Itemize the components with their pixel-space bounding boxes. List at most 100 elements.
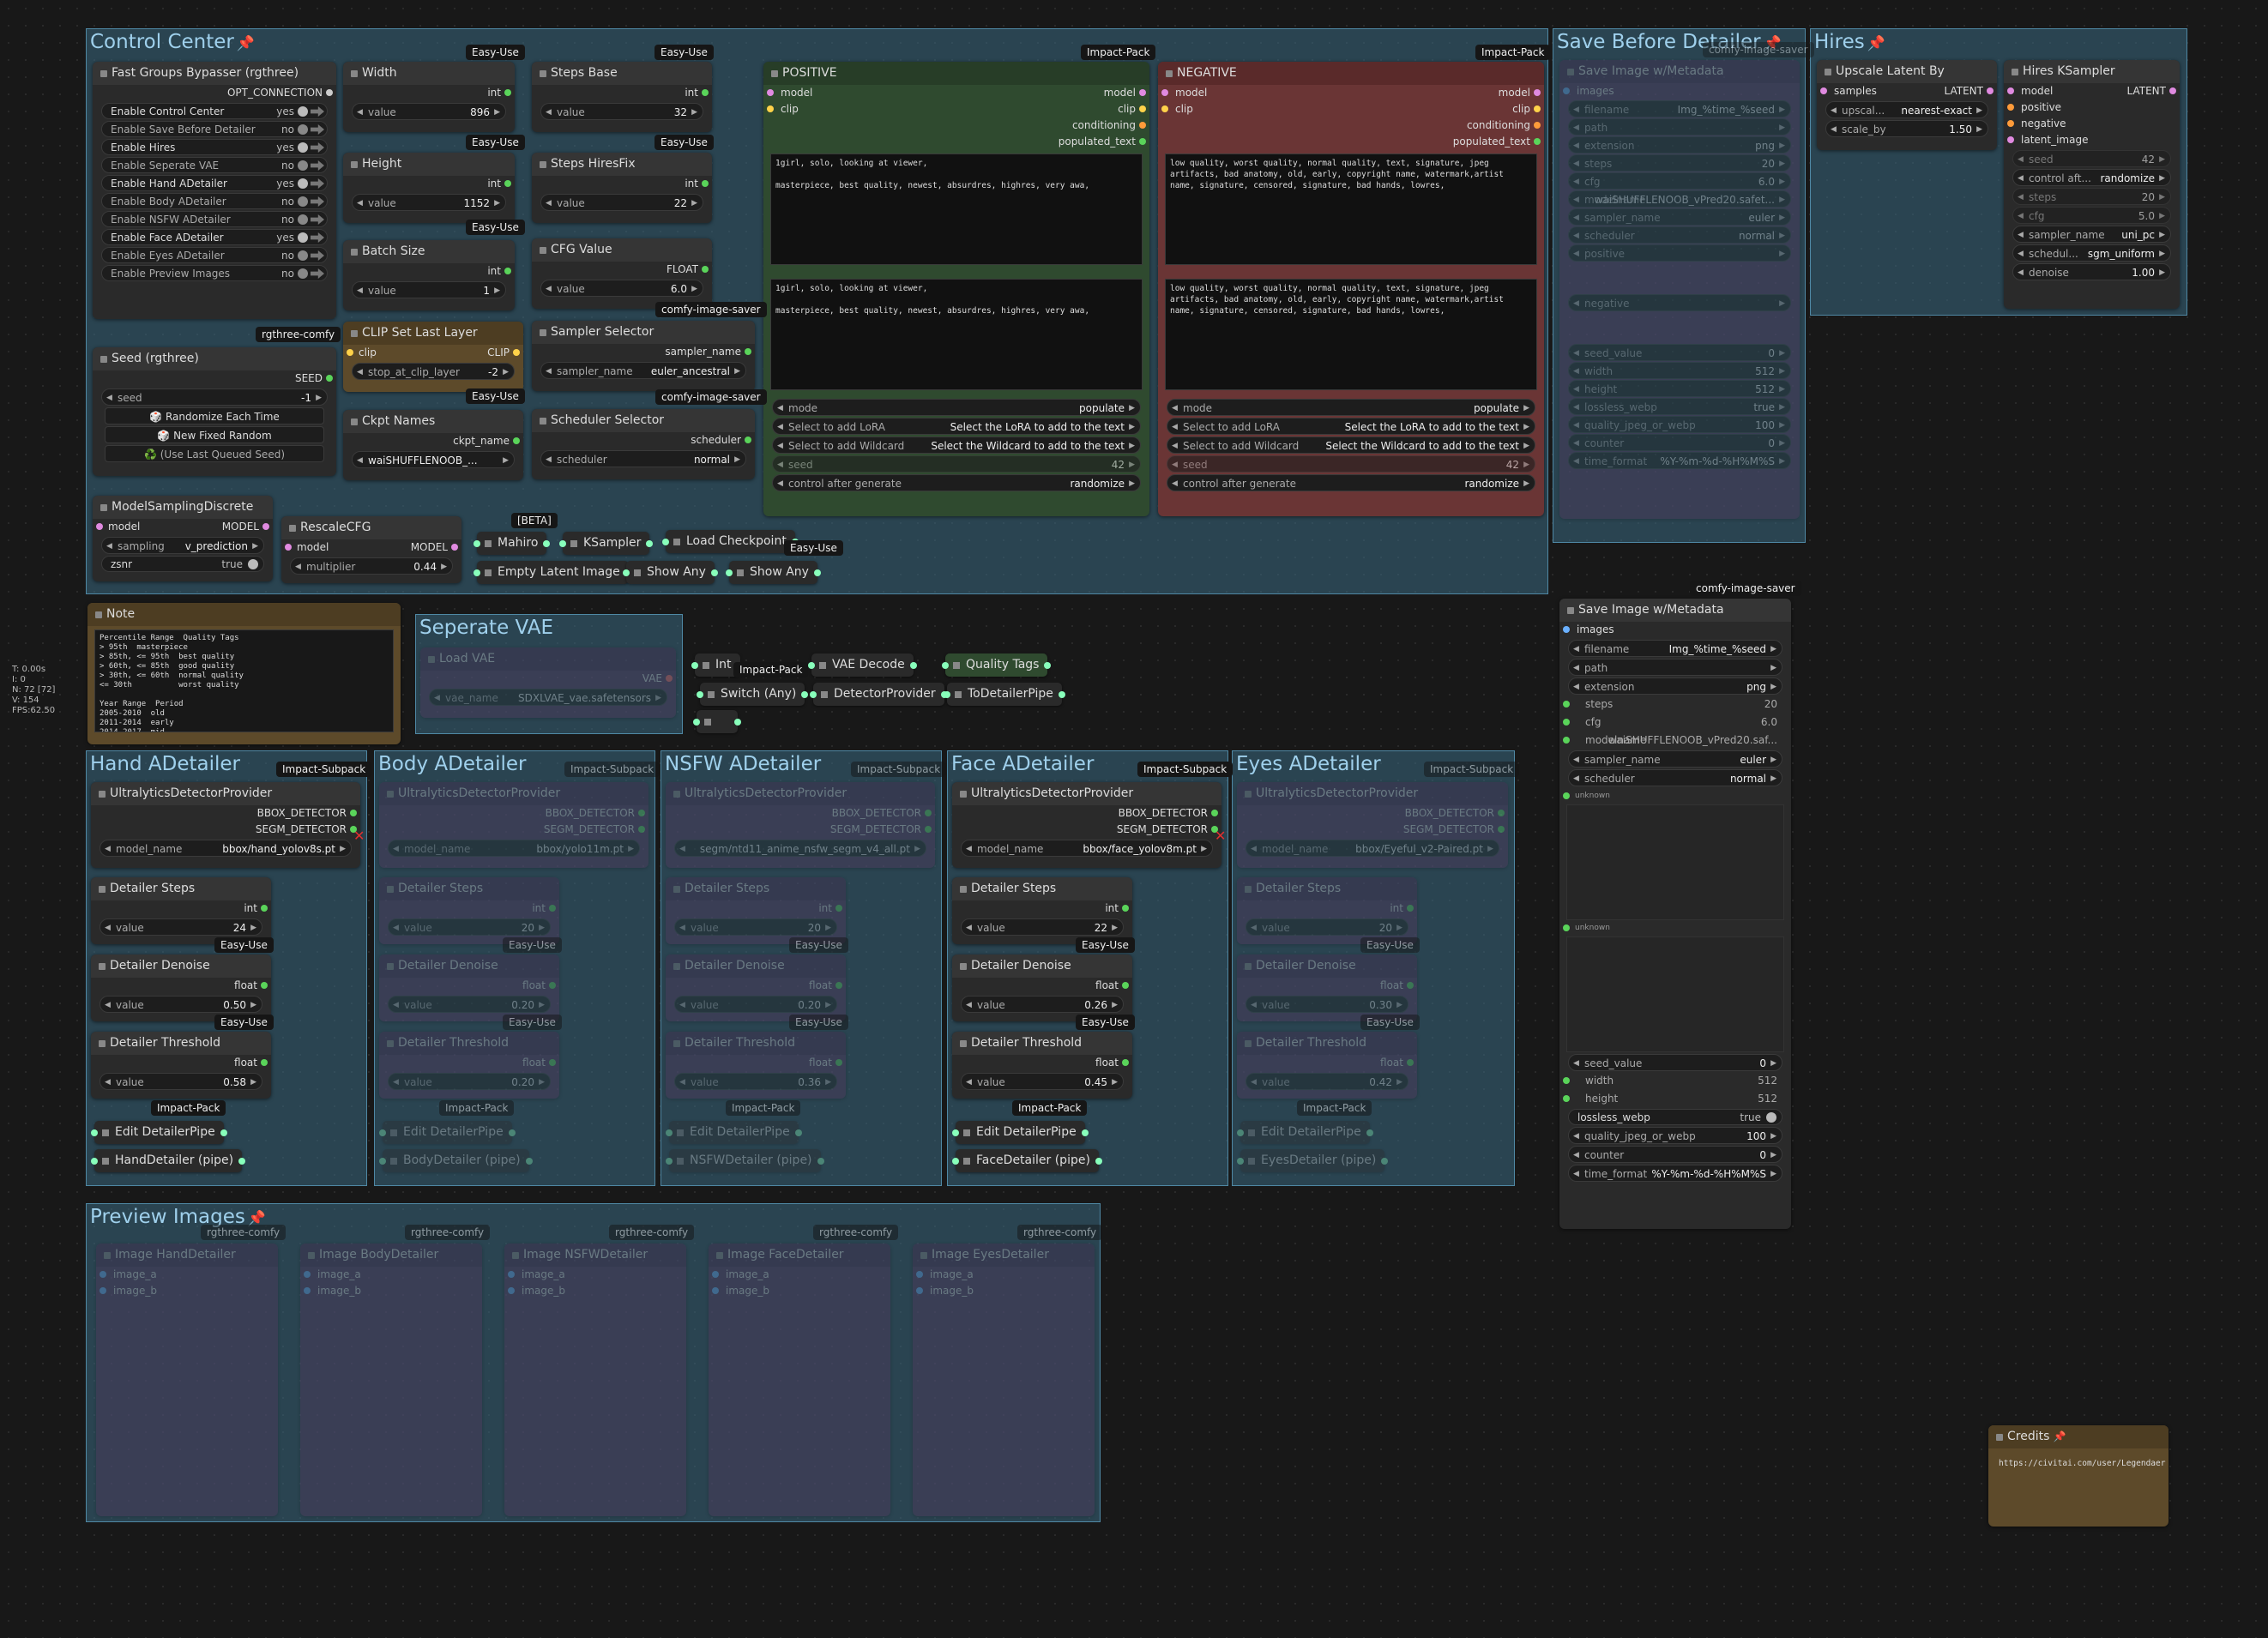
toggle-knob[interactable] (298, 250, 308, 261)
positive-text-input[interactable]: 1girl, solo, looking at viewer, masterpi… (770, 154, 1143, 265)
ksampler-widget[interactable]: steps 20 (2012, 188, 2171, 205)
output-slot[interactable] (1498, 826, 1505, 833)
node-edit-detailer-pipe[interactable]: Edit DetailerPipe (379, 1121, 516, 1144)
node-load-vae[interactable]: Load VAE VAE vae_name SDXLVAE_vae.safeten… (420, 647, 676, 718)
detailer-denoise-widget[interactable]: value 0.30 (1246, 996, 1408, 1013)
input-slot[interactable] (285, 544, 292, 551)
input-slot[interactable] (347, 349, 353, 356)
node-seed[interactable]: Seed (rgthree) SEED seed -1 🎲 Randomize E… (93, 347, 336, 476)
toggle-knob[interactable] (298, 196, 308, 207)
detailer-threshold-widget[interactable]: value 0.36 (674, 1073, 837, 1090)
arrow-right-icon[interactable] (311, 106, 324, 117)
detailer-steps-widget[interactable]: value 20 (1246, 918, 1408, 936)
input-slot[interactable] (559, 540, 566, 547)
input-slot[interactable] (916, 1271, 923, 1278)
input-slot[interactable] (1237, 1129, 1244, 1136)
batch-size-widget[interactable]: value 1 (352, 281, 506, 298)
node-hires-ksampler[interactable]: Hires KSampler model LATENT positive negati… (2004, 60, 2180, 309)
positive-populated-text[interactable]: 1girl, solo, looking at viewer, masterpi… (770, 279, 1143, 390)
output-slot[interactable] (513, 349, 520, 356)
node-quality-tags[interactable]: Quality Tags (942, 653, 1052, 677)
node-vae-decode[interactable]: VAE Decode (808, 653, 917, 677)
save-field-widget[interactable]: steps 20 (1568, 154, 1791, 172)
output-slot[interactable] (702, 266, 709, 273)
node-steps-hiresfix[interactable]: Steps HiresFix int value 22 (532, 153, 712, 223)
ksampler-widget[interactable]: denoise 1.00 (2012, 263, 2171, 280)
node-batch-size[interactable]: Batch Size int value 1 (343, 240, 515, 310)
input-slot[interactable] (96, 523, 103, 530)
output-slot[interactable] (925, 826, 932, 833)
output-slot[interactable] (326, 89, 333, 96)
input-slot[interactable] (1563, 737, 1570, 744)
control-after-generate-widget[interactable]: control after generate randomize (772, 474, 1141, 491)
save-field-widget[interactable]: height 512 (1568, 380, 1791, 397)
node-upscale-latent-by[interactable]: Upscale Latent By samples LATENT upscal..… (1817, 60, 1997, 150)
sampling-widget[interactable]: sampling v_prediction (101, 537, 264, 554)
output-slot[interactable] (1534, 138, 1541, 145)
output-slot[interactable] (1211, 810, 1218, 816)
node-reroute[interactable] (693, 710, 741, 733)
toggle-knob[interactable] (298, 142, 308, 153)
input-slot[interactable] (1237, 1158, 1244, 1165)
toggle-enable-group[interactable]: Enable Face ADetailer yes (101, 229, 328, 245)
detailer-threshold-widget[interactable]: value 0.58 (100, 1073, 262, 1090)
output-slot[interactable] (326, 375, 333, 382)
save-field-widget[interactable]: filename Img_%time_%seed (1568, 100, 1791, 117)
output-slot[interactable] (549, 1059, 556, 1066)
output-slot[interactable] (549, 905, 556, 912)
output-slot[interactable] (504, 180, 511, 187)
input-slot[interactable] (91, 1129, 98, 1136)
node-cfg-value[interactable]: CFG Value FLOAT value 6.0 (532, 238, 712, 309)
lossless-webp-toggle[interactable]: lossless_webp true (1568, 1109, 1782, 1125)
output-slot[interactable] (745, 437, 751, 443)
new-fixed-random-button[interactable]: 🎲 New Fixed Random (105, 426, 324, 443)
credits-url[interactable]: https://civitai.com/user/Legendaer (1988, 1448, 2168, 1478)
input-slot[interactable] (379, 1129, 386, 1136)
model-name-widget[interactable]: model_name bbox/face_yolov8m.pt (961, 840, 1213, 857)
node-detailer-steps[interactable]: Detailer Steps int value 20 (379, 877, 559, 944)
toggle-knob[interactable] (298, 178, 308, 189)
pin-icon[interactable]: 📌 (2054, 1430, 2066, 1442)
node-detailer-pipe[interactable]: NSFWDetailer (pipe) (666, 1149, 824, 1172)
input-slot[interactable] (767, 105, 774, 112)
output-slot[interactable] (1407, 1059, 1414, 1066)
output-slot[interactable] (1407, 905, 1414, 912)
output-slot[interactable] (835, 982, 842, 989)
save-field-widget[interactable]: positive (1568, 244, 1791, 262)
save-field-widget[interactable]: path (1568, 118, 1791, 135)
select-lora-widget[interactable]: Select to add LoRA Select the LoRA to add… (772, 418, 1141, 435)
width-widget[interactable]: value 896 (352, 103, 506, 120)
node-width[interactable]: Width int value 896 (343, 62, 515, 132)
node-detailer-pipe[interactable]: FaceDetailer (pipe) (952, 1149, 1102, 1172)
toggle-enable-group[interactable]: Enable Control Center yes (101, 103, 328, 119)
node-detailer-pipe[interactable]: BodyDetailer (pipe) (379, 1149, 533, 1172)
node-to-detailer-pipe[interactable]: ToDetailerPipe (944, 683, 1065, 706)
multiplier-widget[interactable]: multiplier 0.44 (290, 557, 453, 575)
output-slot[interactable] (801, 691, 809, 698)
output-slot[interactable] (1987, 87, 1994, 94)
save-field-widget[interactable]: sampler_name euler (1568, 208, 1791, 226)
node-fast-groups-bypasser[interactable]: Fast Groups Bypasser (rgthree) OPT_CONNE… (93, 62, 336, 319)
input-slot[interactable] (916, 1287, 923, 1294)
ckpt-name-widget[interactable]: waiSHUFFLENOOB_... (352, 451, 515, 468)
mode-widget[interactable]: mode populate (772, 399, 1141, 416)
output-slot[interactable] (909, 662, 917, 669)
save-field-widget[interactable]: negative (1568, 294, 1791, 311)
output-slot[interactable] (835, 1059, 842, 1066)
detailer-steps-widget[interactable]: value 20 (388, 918, 551, 936)
input-slot[interactable] (810, 691, 817, 698)
save-field-widget[interactable]: extension png (1568, 136, 1791, 154)
node-edit-detailer-pipe[interactable]: Edit DetailerPipe (1237, 1121, 1373, 1144)
detailer-denoise-widget[interactable]: value 0.50 (100, 996, 262, 1013)
node-steps-base[interactable]: Steps Base int value 32 (532, 62, 712, 132)
node-scheduler-selector[interactable]: Scheduler Selector scheduler scheduler no… (532, 409, 755, 479)
toggle-enable-group[interactable]: Enable Save Before Detailer no (101, 121, 328, 137)
toggle-enable-group[interactable]: Enable NSFW ADetailer no (101, 211, 328, 227)
save-field-widget[interactable]: extension png (1568, 677, 1782, 695)
input-slot[interactable] (100, 1287, 106, 1294)
node-detailer-threshold[interactable]: Detailer Threshold float value 0.58 (91, 1032, 271, 1099)
output-slot[interactable] (262, 523, 269, 530)
output-slot[interactable] (1122, 1059, 1129, 1066)
detailer-steps-widget[interactable]: value 20 (674, 918, 837, 936)
output-slot[interactable] (2169, 87, 2176, 94)
